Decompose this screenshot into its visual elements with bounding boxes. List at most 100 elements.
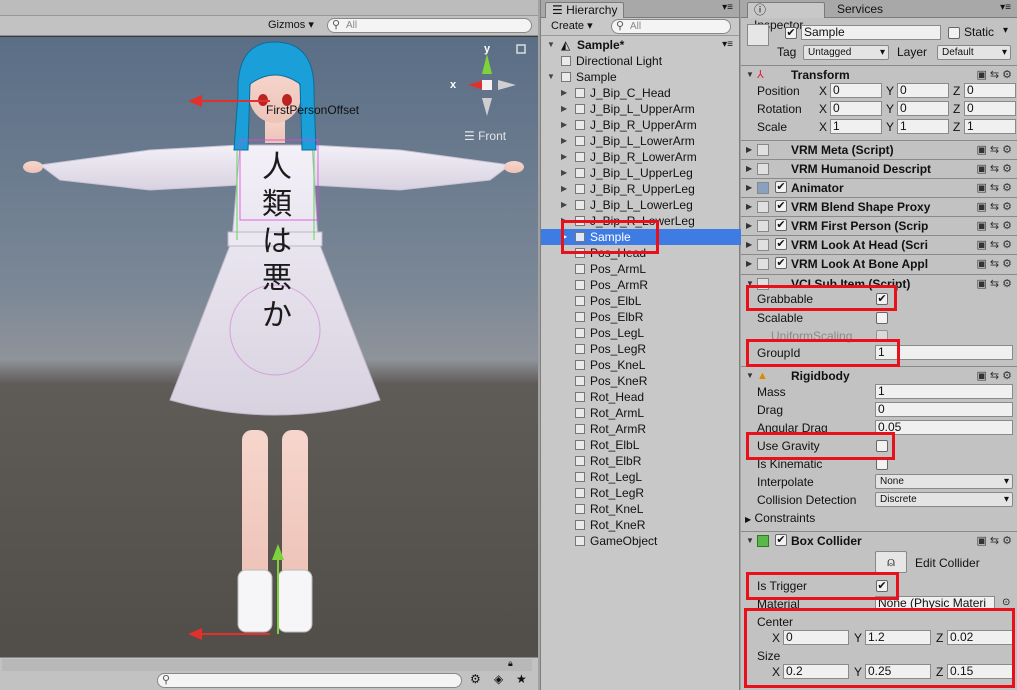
active-checkbox[interactable]: ✔ <box>785 27 797 39</box>
rotation-y-field[interactable]: 0 <box>897 101 949 116</box>
hierarchy-item[interactable]: Pos_KneR <box>541 373 741 389</box>
component-icons[interactable]: ▣⇆⚙ <box>977 238 1015 251</box>
hierarchy-item[interactable]: Rot_ArmR <box>541 421 741 437</box>
star-icon[interactable]: ★ <box>516 672 527 686</box>
rigidbody-header[interactable]: ▼ ▲ Rigidbody ▣⇆⚙ <box>741 366 1017 385</box>
filter-icon[interactable]: ⚙ <box>470 672 481 686</box>
component-icons[interactable]: ▣⇆⚙ <box>977 143 1015 156</box>
component-enabled-checkbox[interactable]: ✔ <box>775 257 787 269</box>
box-collider-header[interactable]: ▼ ✔ Box Collider ▣⇆⚙ <box>741 531 1017 550</box>
static-checkbox[interactable] <box>948 27 960 39</box>
expand-right-icon[interactable]: ▶ <box>746 145 752 154</box>
transform-header[interactable]: ▼ ⅄ Transform ▣⇆⚙ <box>741 65 1017 84</box>
position-x-field[interactable]: 0 <box>830 83 882 98</box>
component-icons[interactable]: ▣⇆⚙ <box>977 277 1015 290</box>
hierarchy-item[interactable]: Pos_LegR <box>541 341 741 357</box>
hierarchy-item[interactable]: Rot_LegR <box>541 485 741 501</box>
panel-menu-icon[interactable]: ▾≡ <box>1000 2 1011 13</box>
hierarchy-item[interactable]: ▶ J_Bip_L_LowerLeg <box>541 197 741 213</box>
hierarchy-item[interactable]: Rot_ElbR <box>541 453 741 469</box>
expand-right-icon[interactable]: ▶ <box>746 202 752 211</box>
component-icons[interactable]: ▣⇆⚙ <box>977 68 1015 81</box>
hierarchy-item[interactable]: Pos_ArmR <box>541 277 741 293</box>
drag-field[interactable]: 0 <box>875 402 1013 417</box>
component-icons[interactable]: ▣⇆⚙ <box>977 257 1015 270</box>
hierarchy-item[interactable]: Pos_ElbL <box>541 293 741 309</box>
hierarchy-item[interactable]: Pos_LegL <box>541 325 741 341</box>
scale-y-field[interactable]: 1 <box>897 119 949 134</box>
scene-search-input[interactable]: ⚲ All <box>327 18 532 33</box>
gizmos-dropdown[interactable]: Gizmos ▾ <box>264 18 318 33</box>
scale-x-field[interactable]: 1 <box>830 119 882 134</box>
hierarchy-item[interactable]: Rot_ArmL <box>541 405 741 421</box>
component-icons[interactable]: ▣⇆⚙ <box>977 369 1015 382</box>
tag-dropdown[interactable]: Untagged <box>803 45 889 60</box>
component-icons[interactable]: ▣⇆⚙ <box>977 219 1015 232</box>
scene-view[interactable]: Gizmos ▾ ⚲ All FirstPersonOffset y x ☰ F… <box>0 0 538 690</box>
component-icons[interactable]: ▣⇆⚙ <box>977 534 1015 547</box>
expand-right-icon[interactable]: ▶ <box>746 240 752 249</box>
collision-detection-dropdown[interactable]: Discrete <box>875 492 1013 507</box>
hierarchy-item[interactable]: GameObject <box>541 533 741 549</box>
tab-services[interactable]: Services <box>831 2 889 18</box>
position-y-field[interactable]: 0 <box>897 83 949 98</box>
scene-menu-icon[interactable]: ▾≡ <box>722 37 733 53</box>
expand-right-icon[interactable]: ▶ <box>746 164 752 173</box>
component-header[interactable]: ▶ VRM Humanoid Descript ▣⇆⚙ <box>741 159 1017 178</box>
hierarchy-item[interactable]: ▶ J_Bip_R_UpperArm <box>541 117 741 133</box>
tag-icon[interactable]: ◈ <box>494 672 503 686</box>
component-header[interactable]: ▶ ✔ VRM Look At Bone Appl ▣⇆⚙ <box>741 254 1017 273</box>
object-name-field[interactable]: Sample <box>801 25 941 40</box>
static-dropdown-icon[interactable]: ▾ <box>1003 25 1008 36</box>
scalable-checkbox[interactable] <box>876 312 888 324</box>
scene-viewport[interactable]: FirstPersonOffset y x ☰ Front 人類は悪か <box>0 37 538 657</box>
expand-right-icon[interactable]: ▶ <box>561 165 567 181</box>
edit-collider-button[interactable]: ⍝ <box>875 551 907 573</box>
constraints-foldout[interactable]: ▶ Constraints <box>745 511 815 525</box>
hierarchy-item[interactable]: ▶ J_Bip_R_UpperLeg <box>541 181 741 197</box>
hierarchy-item[interactable]: Pos_KneL <box>541 357 741 373</box>
hierarchy-item[interactable]: Directional Light <box>541 53 741 69</box>
box-collider-enabled-checkbox[interactable]: ✔ <box>775 534 787 546</box>
hierarchy-item[interactable]: Pos_ArmL <box>541 261 741 277</box>
hierarchy-item[interactable]: Rot_ElbL <box>541 437 741 453</box>
component-enabled-checkbox[interactable]: ✔ <box>775 238 787 250</box>
hierarchy-item[interactable]: ▼ Sample <box>541 69 741 85</box>
lock-icon[interactable]: 🔒︎ <box>508 658 513 669</box>
hierarchy-item[interactable]: Rot_KneL <box>541 501 741 517</box>
expand-right-icon[interactable]: ▶ <box>561 117 567 133</box>
expand-right-icon[interactable]: ▶ <box>561 101 567 117</box>
bottom-search-input[interactable]: ⚲ <box>157 673 462 688</box>
hierarchy-item[interactable]: Rot_LegL <box>541 469 741 485</box>
mass-field[interactable]: 1 <box>875 384 1013 399</box>
angular-drag-field[interactable]: 0.05 <box>875 420 1013 435</box>
interpolate-dropdown[interactable]: None <box>875 474 1013 489</box>
component-icons[interactable]: ▣⇆⚙ <box>977 181 1015 194</box>
layer-dropdown[interactable]: Default <box>937 45 1011 60</box>
hierarchy-item[interactable]: Rot_Head <box>541 389 741 405</box>
view-orientation-label[interactable]: ☰ Front <box>464 129 506 143</box>
hierarchy-item[interactable]: Pos_ElbR <box>541 309 741 325</box>
component-header[interactable]: ▶ ✔ VRM First Person (Scrip ▣⇆⚙ <box>741 216 1017 235</box>
hierarchy-item[interactable]: ▶ J_Bip_L_LowerArm <box>541 133 741 149</box>
component-header[interactable]: ▶ ✔ VRM Blend Shape Proxy ▣⇆⚙ <box>741 197 1017 216</box>
expand-right-icon[interactable]: ▶ <box>746 221 752 230</box>
scene-root-row[interactable]: ▼ ◭ Sample* ▾≡ <box>541 37 741 53</box>
scale-z-field[interactable]: 1 <box>964 119 1016 134</box>
expand-right-icon[interactable]: ▶ <box>746 259 752 268</box>
panel-menu-icon[interactable]: ▾≡ <box>722 2 733 13</box>
component-header[interactable]: ▶ VRM Meta (Script) ▣⇆⚙ <box>741 140 1017 159</box>
expand-right-icon[interactable]: ▶ <box>561 149 567 165</box>
hierarchy-item[interactable]: ▶ J_Bip_L_UpperArm <box>541 101 741 117</box>
rotation-z-field[interactable]: 0 <box>964 101 1016 116</box>
component-enabled-checkbox[interactable]: ✔ <box>775 200 787 212</box>
component-icons[interactable]: ▣⇆⚙ <box>977 200 1015 213</box>
expand-right-icon[interactable]: ▶ <box>561 133 567 149</box>
hierarchy-item[interactable]: ▶ J_Bip_R_LowerArm <box>541 149 741 165</box>
component-header[interactable]: ▶ ✔ Animator ▣⇆⚙ <box>741 178 1017 197</box>
rotation-x-field[interactable]: 0 <box>830 101 882 116</box>
component-enabled-checkbox[interactable]: ✔ <box>775 219 787 231</box>
hierarchy-search-input[interactable]: ⚲ All <box>611 19 731 34</box>
component-enabled-checkbox[interactable]: ✔ <box>775 181 787 193</box>
create-button[interactable]: Create ▾ <box>547 19 597 34</box>
